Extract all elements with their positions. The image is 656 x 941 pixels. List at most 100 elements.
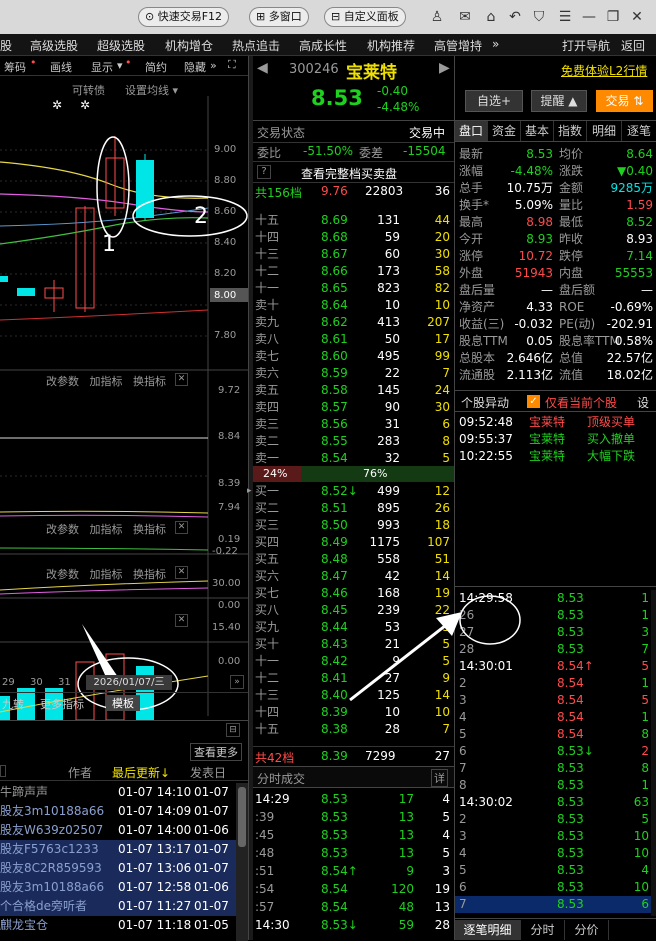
add-indicator-button[interactable]: 加指标 (90, 523, 123, 536)
tab-price-volume[interactable]: 分价 (565, 920, 609, 940)
mover-row[interactable]: 09:55:37 宝莱特 买入撤单 (455, 431, 656, 448)
news-row[interactable]: 股友8C2R859593 01-07 13:06 01-07 (0, 859, 236, 878)
home-icon[interactable]: ⌂ (482, 8, 500, 26)
mover-row[interactable]: 10:22:55 宝莱特 大幅下跌 (455, 448, 656, 465)
menu-item[interactable]: 机构推荐 (367, 37, 415, 54)
ticks-detail-button[interactable]: 详 (431, 769, 448, 787)
view-more-button[interactable]: 查看更多 (190, 743, 242, 761)
free-l2-link[interactable]: 免费体验L2行情 (561, 62, 647, 79)
news-row[interactable]: 麒龙宝仓 01-07 11:18 01-05 (0, 916, 236, 935)
close-icon[interactable]: ✕ (175, 521, 188, 534)
custom-panel-button[interactable]: ⊟ 自定义面板 (324, 7, 406, 27)
ask-level-row[interactable]: 卖二 8.55 283 8 (253, 433, 454, 450)
mail-icon[interactable]: ✉ (456, 8, 474, 26)
col-author[interactable]: 作者 (68, 764, 92, 781)
menu-item[interactable]: 高成长性 (299, 37, 347, 54)
next-stock-icon[interactable]: ▶ (439, 60, 450, 76)
menu-more[interactable]: » (492, 37, 499, 51)
tab-template[interactable]: 模板 (106, 695, 140, 711)
detail-row[interactable]: 2 8.54 1 (455, 675, 651, 692)
user-icon[interactable]: ♙ (428, 8, 446, 26)
ask-level-row[interactable]: 卖四 8.57 90 30 (253, 399, 454, 416)
ask-level-row[interactable]: 十一 8.65 823 82 (253, 280, 454, 297)
bid-level-row[interactable]: 十五 8.38 28 7 (253, 721, 454, 738)
bid-level-row[interactable]: 买一 8.52↓ 499 12 (253, 483, 454, 500)
detail-row[interactable]: 5 8.54 8 (455, 726, 651, 743)
chips-button[interactable]: 筹码 (4, 59, 26, 75)
detail-row[interactable]: 7 8.53 6 (455, 896, 651, 913)
menu-item[interactable]: 热点追击 (232, 37, 280, 54)
close-icon[interactable]: ✕ (175, 614, 188, 627)
simple-button[interactable]: 简约 (145, 59, 167, 75)
ask-level-row[interactable]: 卖三 8.56 31 6 (253, 416, 454, 433)
change-param-button[interactable]: 改参数 (46, 523, 79, 536)
bid-level-row[interactable]: 买三 8.50 993 18 (253, 517, 454, 534)
scroll-right-icon[interactable]: » (230, 675, 244, 689)
news-row[interactable]: 股友W639z02507 01-07 14:00 01-06 (0, 821, 236, 840)
news-row[interactable]: 股友F5763c1233 01-07 13:17 01-07 (0, 840, 236, 859)
menu-item[interactable]: 超级选股 (97, 37, 145, 54)
detail-row[interactable]: 7 8.53 8 (455, 760, 651, 777)
menu-item[interactable]: 高管增持 (434, 37, 482, 54)
prev-stock-icon[interactable]: ◀ (257, 60, 268, 76)
alert-button[interactable]: 提醒 ▲ (531, 90, 587, 112)
ask-level-row[interactable]: 十三 8.67 60 30 (253, 246, 454, 263)
ask-level-row[interactable]: 卖八 8.61 50 17 (253, 331, 454, 348)
menu-item[interactable]: 机构增仓 (165, 37, 213, 54)
fullscreen-icon[interactable]: ⛶ (228, 58, 236, 72)
collapse-arrow-icon[interactable]: ▸ (247, 486, 252, 496)
tab-tick-by-tick[interactable]: 逐笔 (622, 121, 656, 141)
detail-row[interactable]: 3 8.53 10 (455, 828, 651, 845)
col-updated[interactable]: 最后更新↓ (112, 764, 170, 781)
bid-level-row[interactable]: 买二 8.51 895 26 (253, 500, 454, 517)
menu-open-nav[interactable]: 打开导航 (562, 37, 610, 54)
detail-row[interactable]: 6 8.53↓ 2 (455, 743, 651, 760)
full-depth-link[interactable]: 查看完整档买卖盘 (301, 165, 397, 182)
only-current-checkbox[interactable]: ✓ (527, 395, 540, 408)
tab-basic[interactable]: 基本 (521, 121, 554, 141)
mover-row[interactable]: 09:52:48 宝莱特 顶级买单 (455, 414, 656, 431)
ask-level-row[interactable]: 卖九 8.62 413 207 (253, 314, 454, 331)
movers-settings[interactable]: 设 (637, 394, 649, 411)
scrollbar[interactable] (236, 783, 248, 941)
ask-level-row[interactable]: 卖六 8.59 22 7 (253, 365, 454, 382)
tab-funds[interactable]: 资金 (488, 121, 521, 141)
menu-item[interactable]: 股 (0, 37, 12, 54)
detail-row[interactable]: 14:30:01 8.54↑ 5 (455, 658, 651, 675)
add-indicator-button[interactable]: 加指标 (90, 568, 123, 581)
news-row[interactable]: 牛蹄声声 01-07 14:10 01-07 (0, 783, 236, 802)
ask-level-row[interactable]: 十五 8.69 131 44 (253, 212, 454, 229)
news-row[interactable]: 股友3m10188a66 01-07 14:09 01-07 (0, 802, 236, 821)
switch-indicator-button[interactable]: 换指标 (133, 523, 166, 536)
news-row[interactable]: 股友3m10188a66 01-07 12:58 01-06 (0, 878, 236, 897)
panel-toggle-icon[interactable]: ⊟ (226, 723, 240, 737)
switch-indicator-button[interactable]: 换指标 (133, 568, 166, 581)
detail-row[interactable]: 2 8.53 5 (455, 811, 651, 828)
col-posted[interactable]: 发表日 (190, 764, 226, 781)
ask-level-row[interactable]: 卖十 8.64 10 10 (253, 297, 454, 314)
switch-indicator-button[interactable]: 换指标 (133, 375, 166, 388)
bid-level-row[interactable]: 买六 8.47 42 14 (253, 568, 454, 585)
bid-level-row[interactable]: 买五 8.48 558 51 (253, 551, 454, 568)
display-button[interactable]: 显示 (91, 59, 113, 75)
trade-button[interactable]: 交易 ⇅ (596, 90, 653, 112)
close-icon[interactable]: ✕ (175, 373, 188, 386)
ask-level-row[interactable]: 十二 8.66 173 58 (253, 263, 454, 280)
news-row[interactable]: 个合格de旁听者 01-07 11:27 01-07 (0, 897, 236, 916)
minimize-icon[interactable]: — (580, 8, 598, 26)
add-indicator-button[interactable]: 加指标 (90, 375, 123, 388)
ask-level-row[interactable]: 十四 8.68 59 20 (253, 229, 454, 246)
menu-icon[interactable]: ☰ (556, 8, 574, 26)
tab-more-indicators[interactable]: 更多指标 (40, 696, 84, 712)
detail-row[interactable]: 8 8.53 1 (455, 777, 651, 794)
scrollbar[interactable] (651, 590, 656, 916)
bid-level-row[interactable]: 买四 8.49 1175 107 (253, 534, 454, 551)
back-icon[interactable]: ↶ (506, 8, 524, 26)
tab-timeshare[interactable]: 分时 (521, 920, 565, 940)
detail-row[interactable]: 14:30:02 8.53 63 (455, 794, 651, 811)
tab-tick-detail[interactable]: 逐笔明细 (455, 920, 521, 940)
menu-item[interactable]: 高级选股 (30, 37, 78, 54)
quick-trade-button[interactable]: ⊙ 快速交易F12 (138, 7, 230, 27)
detail-row[interactable]: 3 8.54 5 (455, 692, 651, 709)
checkbox[interactable] (0, 765, 6, 777)
